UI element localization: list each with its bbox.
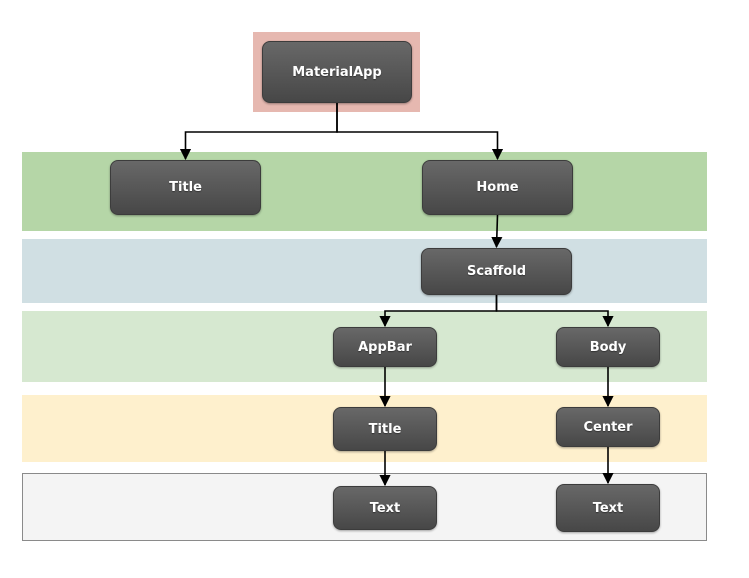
node-home[interactable]: Home: [422, 160, 573, 215]
node-scaffold[interactable]: Scaffold: [421, 248, 572, 295]
node-materialapp[interactable]: MaterialApp: [262, 41, 412, 103]
edge-home-to-scaffold: [491, 214, 503, 249]
node-text-right[interactable]: Text: [556, 484, 660, 532]
node-title[interactable]: Title: [110, 160, 261, 215]
node-label: MaterialApp: [292, 64, 382, 80]
node-label: Text: [369, 500, 401, 516]
node-center[interactable]: Center: [556, 407, 660, 447]
node-appbar[interactable]: AppBar: [333, 327, 437, 367]
node-text-left[interactable]: Text: [333, 486, 437, 530]
edge-scaffold-to-body: [495, 295, 614, 328]
node-label: Scaffold: [466, 264, 527, 279]
node-label: Body: [589, 339, 627, 355]
edge-materialapp-to-title_top: [179, 103, 338, 161]
node-label: Title: [368, 421, 402, 437]
node-label: Home: [476, 180, 519, 195]
node-appbar-title[interactable]: Title: [333, 407, 437, 451]
node-label: Title: [169, 180, 202, 195]
node-label: Text: [592, 500, 624, 516]
edge-materialapp-to-home: [336, 103, 504, 161]
node-label: AppBar: [358, 339, 412, 355]
node-body[interactable]: Body: [556, 327, 660, 367]
node-label: Center: [583, 419, 633, 435]
edge-scaffold-to-appbar: [379, 295, 498, 328]
